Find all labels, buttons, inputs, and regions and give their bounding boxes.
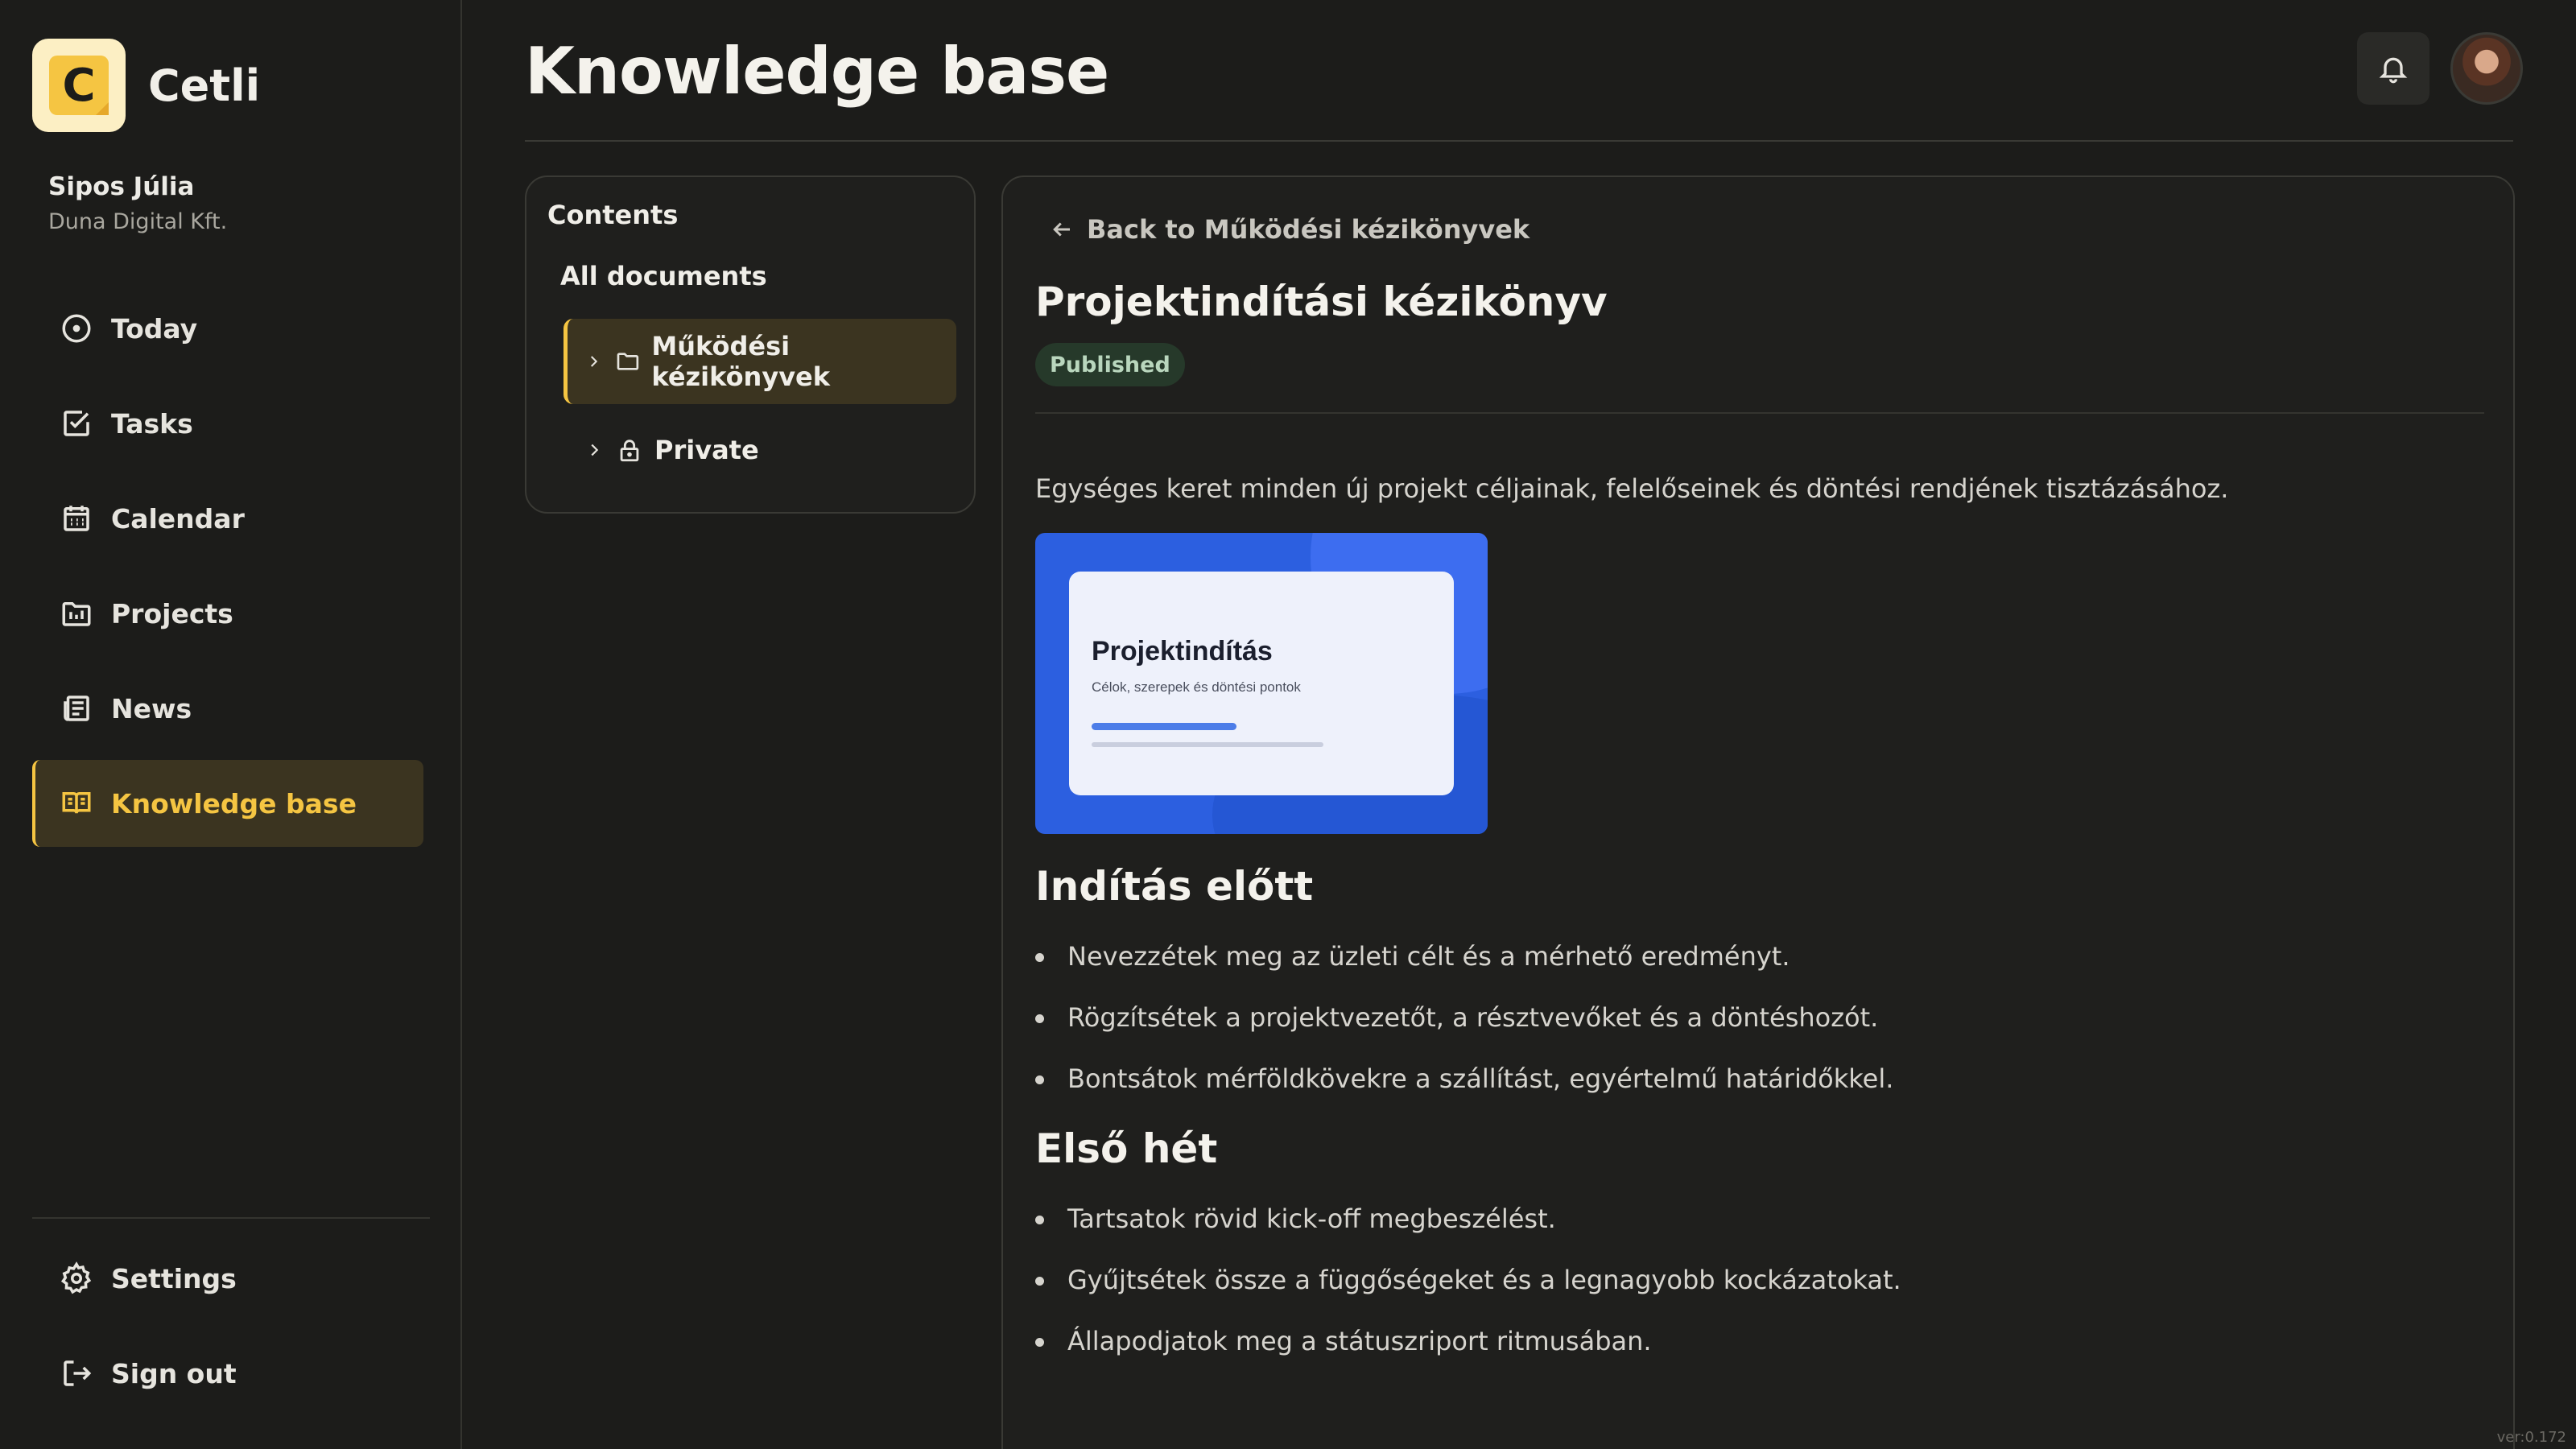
folder-chart-icon [62, 602, 91, 626]
sign-out-icon [64, 1360, 92, 1386]
back-link[interactable]: Back to Működési kézikönyvek [1050, 214, 1530, 245]
lock-icon [620, 440, 639, 462]
chevron-right-icon[interactable] [585, 353, 602, 370]
preview-subtitle: Célok, szerepek és döntési pontok [1092, 679, 1301, 695]
contents-panel: Contents All documents Működési kéziköny… [525, 175, 976, 514]
nav-item-news[interactable]: News [32, 665, 423, 752]
calendar-icon [64, 506, 89, 531]
main-nav: Today Tasks Calendar Projects News Knowl… [32, 285, 423, 855]
back-link-label: Back to Működési kézikönyvek [1087, 214, 1530, 245]
list-item: Állapodjatok meg a státuszriport ritmusá… [1035, 1325, 1901, 1386]
user-org: Duna Digital Kft. [48, 209, 228, 234]
nav-item-projects[interactable]: Projects [32, 570, 423, 657]
preview-card: Projektindítás Célok, szerepek és döntés… [1069, 572, 1454, 795]
brand[interactable]: C Cetli [32, 39, 260, 132]
page-title: Knowledge base [525, 34, 1109, 109]
nav-label: Settings [111, 1262, 237, 1294]
preview-bar [1092, 742, 1323, 747]
list-item: Nevezzétek meg az üzleti célt és a mérhe… [1034, 940, 1893, 1001]
bottom-nav: Settings Sign out [32, 1235, 423, 1425]
nav-item-calendar[interactable]: Calendar [32, 475, 423, 562]
tree-item-label: Private [654, 435, 759, 465]
sidebar-divider [32, 1217, 430, 1219]
nav-label: Projects [111, 597, 233, 630]
all-documents-link[interactable]: All documents [560, 261, 767, 291]
nav-label: Today [111, 312, 198, 345]
document-preview-image: Projektindítás Célok, szerepek és döntés… [1035, 533, 1488, 834]
nav-item-knowledge-base[interactable]: Knowledge base [32, 760, 423, 847]
nav-label: Knowledge base [111, 787, 357, 819]
nav-label: News [111, 692, 192, 724]
app-logo: C [32, 39, 126, 132]
notifications-button[interactable] [2357, 32, 2429, 105]
preview-bar [1092, 723, 1236, 730]
user-name: Sipos Júlia [48, 172, 195, 201]
nav-item-sign-out[interactable]: Sign out [32, 1330, 423, 1417]
document-panel: Back to Működési kézikönyvek Projektindí… [1001, 175, 2515, 1449]
nav-item-tasks[interactable]: Tasks [32, 380, 423, 467]
logo-letter: C [49, 56, 109, 115]
document-divider [1035, 412, 2484, 414]
folder-icon [617, 353, 638, 370]
section-list: Nevezzétek meg az üzleti célt és a mérhe… [1034, 940, 1893, 1124]
chevron-right-icon[interactable] [585, 441, 603, 459]
section-list: Tartsatok rövid kick-off megbeszélést. G… [1035, 1203, 1901, 1386]
user-info: Sipos Júlia Duna Digital Kft. [48, 172, 227, 234]
newspaper-icon [64, 696, 89, 721]
tree-item-mukodesi-kezikonyvek[interactable]: Működési kézikönyvek [564, 319, 956, 404]
list-item: Gyűjtsétek össze a függőségeket és a leg… [1035, 1264, 1901, 1325]
document-description: Egységes keret minden új projekt céljain… [1035, 473, 2229, 504]
list-item: Tartsatok rövid kick-off megbeszélést. [1035, 1203, 1901, 1264]
nav-label: Tasks [111, 407, 193, 440]
tree-item-private[interactable]: Private [564, 407, 956, 493]
app-name: Cetli [148, 60, 261, 111]
checkbox-icon [64, 411, 89, 436]
nav-label: Sign out [111, 1357, 237, 1389]
gear-icon [60, 1261, 92, 1294]
arrow-left-icon [1053, 222, 1070, 237]
nav-item-today[interactable]: Today [32, 285, 423, 372]
section-heading: Indítás előtt [1035, 863, 1314, 910]
book-icon [62, 792, 91, 814]
list-item: Bontsátok mérföldkövekre a szállítást, e… [1034, 1063, 1893, 1124]
nav-label: Calendar [111, 502, 245, 535]
version-label: ver:0.172 [2496, 1429, 2566, 1446]
nav-item-settings[interactable]: Settings [32, 1235, 423, 1322]
section-heading: Első hét [1035, 1125, 1218, 1172]
header-divider [525, 140, 2513, 142]
contents-title: Contents [547, 200, 679, 230]
bell-icon [2379, 57, 2408, 84]
tree-item-label: Működési kézikönyvek [651, 331, 831, 392]
sidebar: C Cetli Sipos Júlia Duna Digital Kft. To… [0, 0, 462, 1449]
preview-title: Projektindítás [1092, 636, 1273, 667]
status-badge: Published [1035, 343, 1185, 386]
avatar[interactable] [2450, 32, 2523, 105]
document-title: Projektindítási kézikönyv [1035, 279, 1608, 325]
clock-icon [62, 314, 91, 343]
list-item: Rögzítsétek a projektvezetőt, a résztvev… [1034, 1001, 1893, 1063]
